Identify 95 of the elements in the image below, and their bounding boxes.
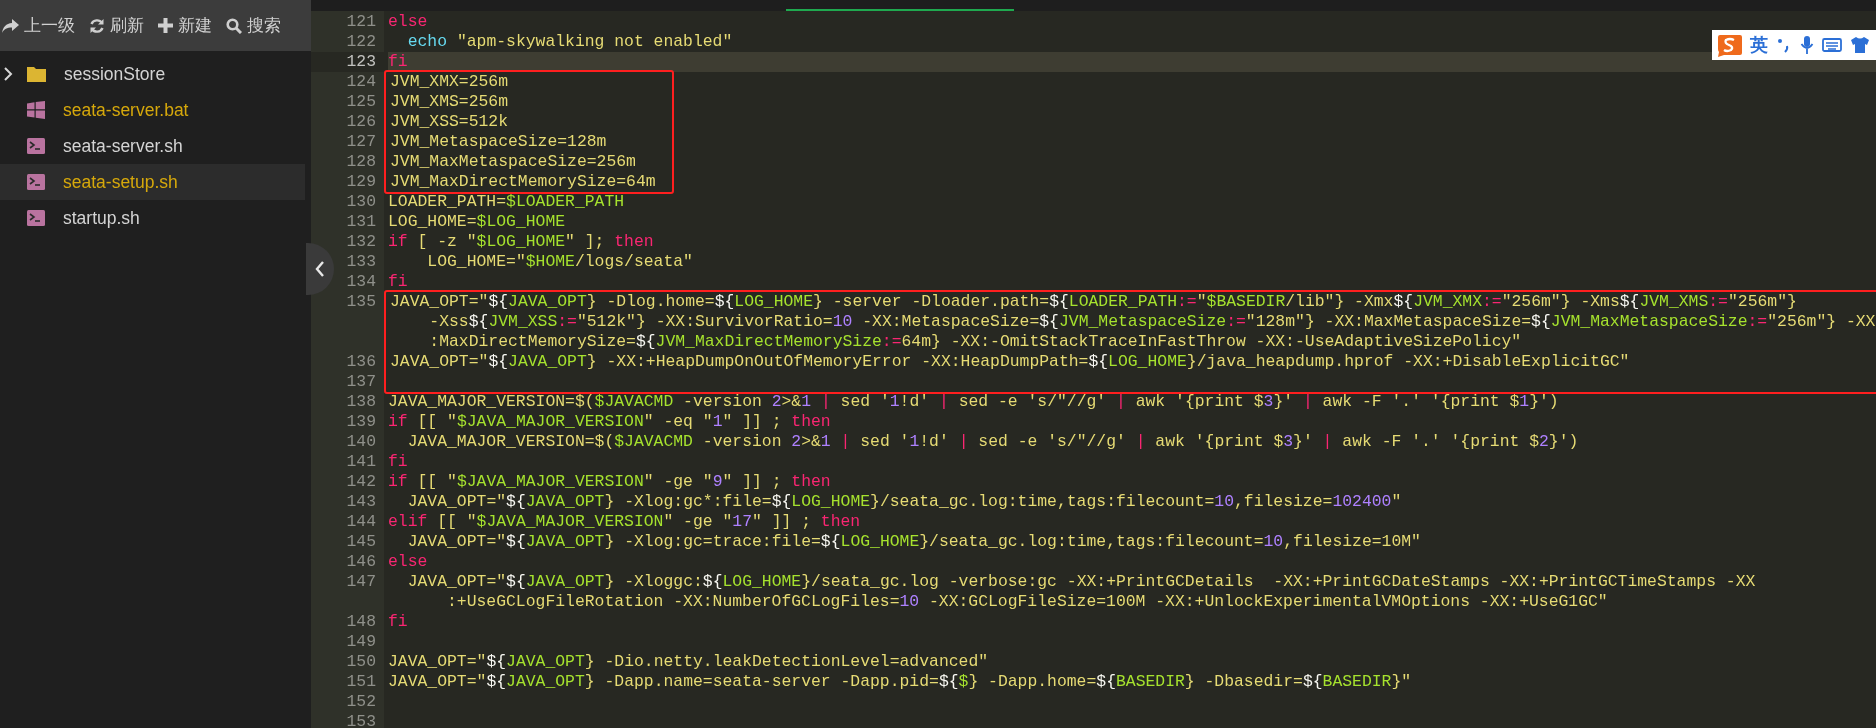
code-line: JAVA_OPT="${JAVA_OPT} -Dapp.name=seata-server -Dapp.pid=${$} -Dapp.home=${BASEDIR} -Dbasedir=${BASEDIR}" bbox=[388, 672, 1412, 692]
line-number: 150 bbox=[346, 652, 376, 671]
terminal-icon bbox=[27, 174, 45, 190]
code-line: fi bbox=[388, 612, 408, 632]
line-number: 149 bbox=[346, 632, 376, 651]
line-number: 136 bbox=[346, 352, 376, 371]
code-line: JVM_XMS=256m bbox=[390, 92, 509, 112]
line-number: 134 bbox=[346, 272, 376, 291]
code-line: :MaxDirectMemorySize=${JVM_MaxDirectMemorySize:=64m} -XX:-OmitStackTraceInFastThrow -XX:-UseAdaptiveSizePolicy" bbox=[428, 332, 1522, 352]
code-line: JAVA_OPT="${JAVA_OPT} -Dlog.home=${LOG_HOME} -server -Dloader.path=${LOADER_PATH:="$BASEDIR/lib"} -Xmx${JVM_XMX:="256m"} -Xms${JVM_XMS:="256m"} bbox=[390, 292, 1797, 312]
line-number: 144 bbox=[346, 512, 376, 531]
search-icon bbox=[226, 17, 242, 34]
shirt-icon[interactable] bbox=[1850, 36, 1870, 54]
line-number: 147 bbox=[346, 572, 376, 591]
line-number: 133 bbox=[346, 252, 376, 271]
file-item[interactable]: seata-setup.sh bbox=[0, 164, 305, 200]
code-line: JAVA_MAJOR_VERSION=$($JAVACMD -version 2>&1 | sed '1!d' | sed -e 's/"//g' | awk '{print $3}' | awk -F '.' '{print $1}') bbox=[388, 392, 1559, 412]
toolbar-button[interactable]: 新建 bbox=[156, 7, 224, 44]
terminal-icon bbox=[27, 210, 45, 226]
code-line: elif [[ "$JAVA_MAJOR_VERSION" -ge "17" ]] ; then bbox=[388, 512, 861, 532]
line-number: 145 bbox=[346, 532, 376, 551]
terminal-icon bbox=[27, 138, 45, 154]
code-line: JVM_MaxDirectMemorySize=64m bbox=[390, 172, 656, 192]
input-mode-label[interactable]: 英 bbox=[1750, 33, 1768, 57]
line-number: 123 bbox=[346, 52, 376, 71]
code-line: echo "apm-skywalking not enabled" bbox=[406, 32, 733, 52]
line-number: 129 bbox=[346, 172, 376, 191]
code-line: else bbox=[388, 12, 428, 32]
arrow-icon bbox=[2, 18, 19, 33]
line-number: 138 bbox=[346, 392, 376, 411]
line-number: 135 bbox=[346, 292, 376, 311]
file-name: seata-setup.sh bbox=[63, 171, 178, 193]
code-line: JAVA_OPT="${JAVA_OPT} -Xlog:gc=trace:file=${LOG_HOME}/seata_gc.log:time,tags:filecount=10,filesize=10M" bbox=[406, 532, 1421, 552]
code-line: JAVA_OPT="${JAVA_OPT} -XX:+HeapDumpOnOutOfMemoryError -XX:HeapDumpPath=${LOG_HOME}/java_heapdump.hprof -XX:+DisableExplicitGC" bbox=[390, 352, 1630, 372]
file-name: seata-server.bat bbox=[63, 99, 189, 121]
keyboard-icon[interactable] bbox=[1822, 37, 1842, 53]
code-line: if [[ "$JAVA_MAJOR_VERSION" -ge "9" ]] ; then bbox=[388, 472, 831, 492]
microphone-icon[interactable] bbox=[1800, 35, 1814, 55]
code-line: LOG_HOME="$HOME/logs/seata" bbox=[426, 252, 693, 272]
line-number: 127 bbox=[346, 132, 376, 151]
code-line: JVM_XSS=512k bbox=[390, 112, 509, 132]
code-line: if [ -z "$LOG_HOME" ]; then bbox=[388, 232, 654, 252]
code-line: JVM_XMX=256m bbox=[390, 72, 509, 92]
line-number: 121 bbox=[346, 12, 376, 31]
plus-icon bbox=[158, 18, 173, 33]
line-number: 152 bbox=[346, 692, 376, 711]
code-line: LOADER_PATH=$LOADER_PATH bbox=[388, 192, 625, 212]
file-name: seata-server.sh bbox=[63, 135, 183, 157]
line-number: 137 bbox=[346, 372, 376, 391]
line-number: 131 bbox=[346, 212, 376, 231]
line-number: 142 bbox=[346, 472, 376, 491]
code-line: fi bbox=[388, 452, 408, 472]
code-line: JVM_MetaspaceSize=128m bbox=[390, 132, 607, 152]
line-number: 128 bbox=[346, 152, 376, 171]
line-number: 122 bbox=[346, 32, 376, 51]
line-number: 146 bbox=[346, 552, 376, 571]
line-number: 143 bbox=[346, 492, 376, 511]
file-name: startup.sh bbox=[63, 207, 140, 229]
code-line: if [[ "$JAVA_MAJOR_VERSION" -eq "1" ]] ; then bbox=[388, 412, 831, 432]
folder-icon bbox=[27, 66, 46, 82]
code-line: JAVA_OPT="${JAVA_OPT} -Xlog:gc*:file=${LOG_HOME}/seata_gc.log:time,tags:filecount=10,filesize=102400" bbox=[406, 492, 1402, 512]
code-line: JAVA_MAJOR_VERSION=$($JAVACMD -version 2>&1 | sed '1!d' | sed -e 's/"//g' | awk '{print $3}' | awk -F '.' '{print $2}') bbox=[406, 432, 1579, 452]
chevron-icon[interactable] bbox=[3, 67, 13, 81]
file-item[interactable]: seata-server.sh bbox=[0, 128, 305, 164]
code-line: JVM_MaxMetaspaceSize=256m bbox=[390, 152, 636, 172]
file-item[interactable]: sessionStore bbox=[0, 56, 305, 92]
code-line: else bbox=[388, 552, 428, 572]
file-item[interactable]: seata-server.bat bbox=[0, 92, 305, 128]
line-number: 125 bbox=[346, 92, 376, 111]
code-line: -Xss${JVM_XSS:="512k"} -XX:SurvivorRatio=10 -XX:MetaspaceSize=${JVM_MetaspaceSize:="128m"} -XX:MaxMetaspaceSize=${JVM_MaxMetaspaceSize:="256m"} -XX bbox=[428, 312, 1876, 332]
line-number: 140 bbox=[346, 432, 376, 451]
code-line: fi bbox=[388, 272, 408, 292]
code-line: JAVA_OPT="${JAVA_OPT} -Dio.netty.leakDetectionLevel=advanced" bbox=[388, 652, 989, 672]
refresh-icon bbox=[89, 17, 105, 34]
toolbar-button[interactable]: 刷新 bbox=[87, 7, 156, 44]
line-number: 124 bbox=[346, 72, 376, 91]
logo-icon[interactable] bbox=[1716, 33, 1742, 57]
line-number: 130 bbox=[346, 192, 376, 211]
file-item[interactable]: startup.sh bbox=[0, 200, 305, 236]
line-number: 132 bbox=[346, 232, 376, 251]
line-number: 141 bbox=[346, 452, 376, 471]
line-number: 126 bbox=[346, 112, 376, 131]
code-line: fi bbox=[388, 52, 409, 72]
code-line: LOG_HOME=$LOG_HOME bbox=[388, 212, 566, 232]
code-line: :+UseGCLogFileRotation -XX:NumberOfGCLogFiles=10 -XX:GCLogFileSize=100M -XX:+UnlockExperimentalVMOptions -XX:+UseG1GC" bbox=[446, 592, 1608, 612]
line-number: 153 bbox=[346, 712, 376, 728]
code-line: JAVA_OPT="${JAVA_OPT} -Xloggc:${LOG_HOME}/seata_gc.log -verbose:gc -XX:+PrintGCDetails -XX:+PrintGCDateStamps -XX:+PrintGCTimeStamps -XX bbox=[406, 572, 1756, 592]
toolbar-button[interactable]: 搜索 bbox=[224, 7, 293, 44]
line-number: 148 bbox=[346, 612, 376, 631]
windows-icon bbox=[27, 101, 45, 119]
toolbar-button[interactable]: 上一级 bbox=[0, 7, 87, 44]
file-name: sessionStore bbox=[64, 63, 166, 85]
line-number: 139 bbox=[346, 412, 376, 431]
line-number: 151 bbox=[346, 672, 376, 691]
chevron-left-icon bbox=[315, 261, 325, 277]
